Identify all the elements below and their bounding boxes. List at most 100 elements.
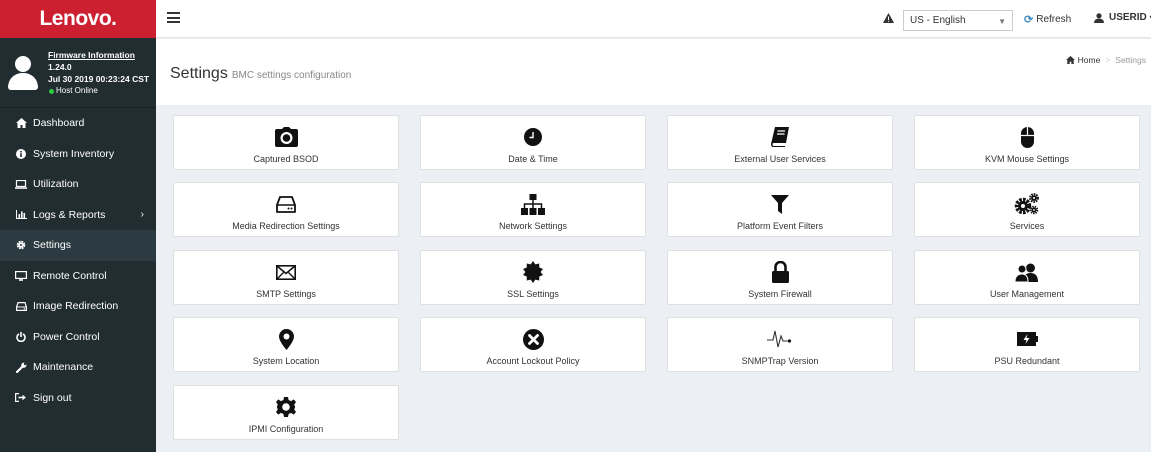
filter-icon	[668, 192, 892, 216]
map-marker-icon	[174, 327, 398, 351]
tile-kvm-mouse-settings[interactable]: KVM Mouse Settings	[914, 115, 1140, 170]
sidebar-item-logs-reports[interactable]: Logs & Reports ›	[0, 200, 156, 231]
sidebar-item-label: Power Control	[33, 330, 100, 343]
sidebar-item-label: Utilization	[33, 178, 79, 191]
pulse-icon	[668, 327, 892, 351]
sidebar: Lenovo. Firmware Information 1.24.0 Jul …	[0, 0, 156, 452]
breadcrumb-separator: >	[1105, 55, 1111, 65]
sidebar-item-label: System Inventory	[33, 147, 115, 160]
tile-network-settings[interactable]: Network Settings	[420, 182, 646, 237]
avatar-icon	[8, 55, 38, 90]
tile-label: Services	[1009, 221, 1045, 231]
book-icon	[668, 125, 892, 149]
tile-system-firewall[interactable]: System Firewall	[667, 250, 893, 305]
refresh-icon: ⟳	[1024, 14, 1034, 26]
tile-smtp-settings[interactable]: SMTP Settings	[173, 250, 399, 305]
tile-label: Platform Event Filters	[736, 221, 824, 231]
cogs-icon	[915, 192, 1139, 216]
sidebar-item-label: Image Redirection	[33, 300, 119, 313]
sidebar-item-settings[interactable]: Settings	[0, 230, 156, 261]
tile-external-user-services[interactable]: External User Services	[667, 115, 893, 170]
tile-account-lockout-policy[interactable]: Account Lockout Policy	[420, 317, 646, 372]
lock-icon	[668, 260, 892, 284]
breadcrumb-current: Settings	[1115, 55, 1146, 65]
sidebar-item-label: Settings	[33, 239, 71, 252]
battery-bolt-icon	[915, 327, 1139, 351]
clock-icon	[421, 125, 645, 149]
breadcrumb-home-label: Home	[1077, 55, 1101, 65]
home-icon	[14, 118, 28, 129]
brand-logo[interactable]: Lenovo.	[0, 0, 156, 38]
tile-label: Network Settings	[498, 221, 568, 231]
certificate-icon	[421, 260, 645, 284]
tile-label: SNMPTrap Version	[741, 356, 819, 366]
tile-label: User Management	[989, 289, 1065, 299]
sidebar-item-power-control[interactable]: Power Control	[0, 322, 156, 353]
tile-system-location[interactable]: System Location	[173, 317, 399, 372]
user-name: USERID	[1109, 12, 1147, 23]
language-select[interactable]: US - English ▼	[903, 10, 1013, 31]
times-circle-icon	[421, 327, 645, 351]
hdd-icon	[174, 192, 398, 216]
sidebar-item-system-inventory[interactable]: System Inventory	[0, 139, 156, 170]
sidebar-item-remote-control[interactable]: Remote Control	[0, 261, 156, 292]
warning-icon[interactable]	[883, 13, 894, 26]
bar-chart-icon	[14, 210, 28, 220]
settings-tiles-grid: Captured BSOD Date & Time External User …	[156, 105, 1151, 452]
tile-label: IPMI Configuration	[248, 424, 324, 434]
firmware-information-link[interactable]: Firmware Information	[48, 49, 149, 61]
tile-ssl-settings[interactable]: SSL Settings	[420, 250, 646, 305]
home-icon	[1065, 56, 1075, 64]
menu-toggle-icon[interactable]	[167, 12, 180, 23]
gear-icon	[14, 240, 28, 250]
envelope-icon	[174, 260, 398, 284]
tile-captured-bsod[interactable]: Captured BSOD	[173, 115, 399, 170]
breadcrumb: Home > Settings	[1065, 55, 1146, 65]
tile-services[interactable]: Services	[914, 182, 1140, 237]
page-title: Settings BMC settings configuration	[170, 65, 351, 83]
monitor-icon	[14, 270, 28, 281]
hdd-icon	[14, 301, 28, 311]
logo-text: Lenovo.	[39, 7, 117, 30]
top-header: US - English ▼ ⟳ Refresh USERID ▾	[156, 0, 1151, 38]
page-title-text: Settings	[170, 65, 228, 82]
sidebar-item-maintenance[interactable]: Maintenance	[0, 352, 156, 383]
tile-label: Date & Time	[508, 154, 558, 164]
firmware-version: 1.24.0	[48, 61, 72, 72]
firmware-info: Firmware Information 1.24.0 Jul 30 2019 …	[48, 49, 149, 97]
tile-label: System Location	[252, 356, 320, 366]
sidebar-item-utilization[interactable]: Utilization	[0, 169, 156, 200]
refresh-button[interactable]: ⟳ Refresh	[1024, 13, 1071, 26]
user-panel: Firmware Information 1.24.0 Jul 30 2019 …	[0, 38, 156, 108]
breadcrumb-home[interactable]: Home	[1065, 55, 1101, 65]
sidebar-item-label: Remote Control	[33, 269, 107, 282]
tile-label: System Firewall	[748, 289, 812, 299]
tile-date-time[interactable]: Date & Time	[420, 115, 646, 170]
camera-icon	[174, 125, 398, 149]
tile-psu-redundant[interactable]: PSU Redundant	[914, 317, 1140, 372]
users-icon	[915, 260, 1139, 284]
sidebar-item-label: Logs & Reports	[33, 208, 106, 221]
tile-label: KVM Mouse Settings	[984, 154, 1070, 164]
sidebar-item-image-redirection[interactable]: Image Redirection	[0, 291, 156, 322]
tile-label: Account Lockout Policy	[486, 356, 580, 366]
chevron-right-icon: ›	[140, 208, 144, 220]
user-icon	[1094, 12, 1104, 23]
host-status-badge: Host Online	[48, 85, 149, 97]
sign-out-icon	[14, 393, 28, 403]
tile-ipmi-configuration[interactable]: IPMI Configuration	[173, 385, 399, 440]
tile-platform-event-filters[interactable]: Platform Event Filters	[667, 182, 893, 237]
sidebar-item-sign-out[interactable]: Sign out	[0, 383, 156, 414]
user-menu-dropdown[interactable]: USERID ▾	[1094, 12, 1151, 23]
dropdown-caret-icon: ▼	[998, 17, 1006, 26]
tile-label: PSU Redundant	[994, 356, 1060, 366]
tile-label: Captured BSOD	[253, 154, 319, 164]
refresh-label: Refresh	[1036, 14, 1072, 25]
tile-snmptrap-version[interactable]: SNMPTrap Version	[667, 317, 893, 372]
language-selected-value: US - English	[910, 15, 966, 26]
tile-user-management[interactable]: User Management	[914, 250, 1140, 305]
sidebar-item-dashboard[interactable]: Dashboard	[0, 108, 156, 139]
mouse-icon	[915, 125, 1139, 149]
tile-media-redirection-settings[interactable]: Media Redirection Settings	[173, 182, 399, 237]
wrench-icon	[14, 362, 28, 373]
